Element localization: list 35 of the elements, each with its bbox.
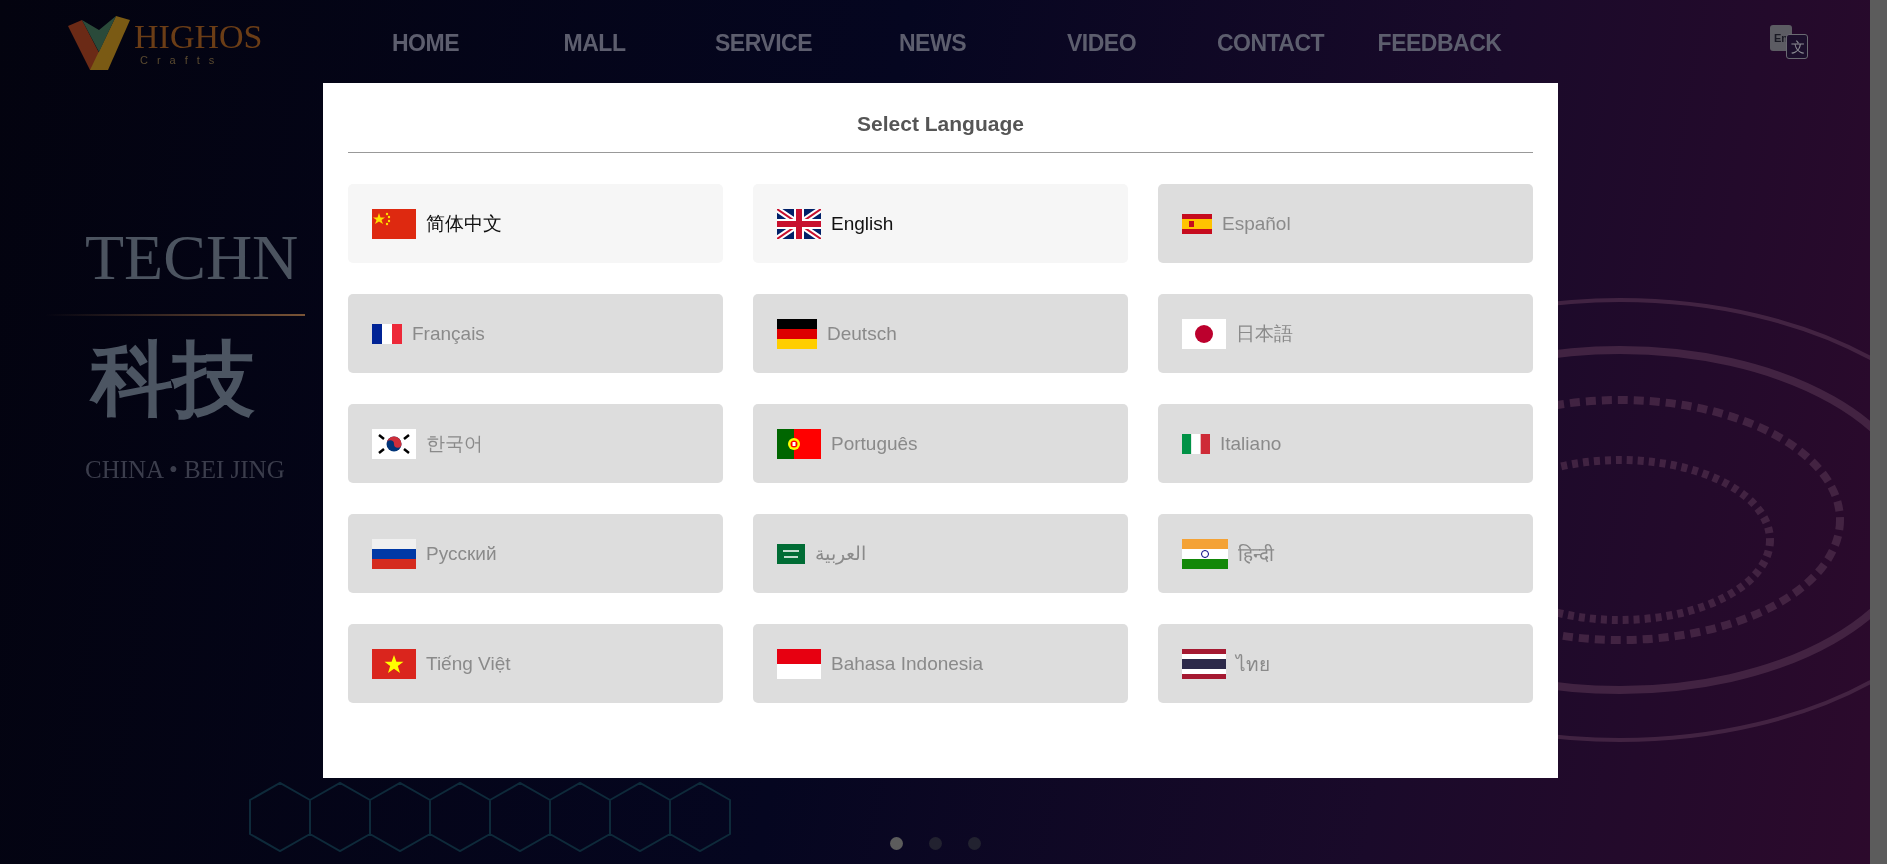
russia-flag-icon (372, 538, 416, 569)
hero-subtitle: CHINA • BEI JING (85, 456, 286, 484)
saudi-flag-icon (777, 543, 805, 564)
china-flag-icon (372, 208, 416, 239)
logo-text: HIGHOS (134, 20, 263, 54)
germany-flag-icon (777, 318, 817, 349)
language-option[interactable]: 简体中文 (348, 184, 723, 263)
hero-heading: 科技 (91, 338, 256, 420)
nav-link[interactable]: VIDEO (1017, 29, 1186, 57)
carousel-dot[interactable] (890, 837, 903, 850)
france-flag-icon (372, 323, 402, 344)
nav-link[interactable]: FEEDBACK (1355, 29, 1524, 57)
india-flag-icon (1182, 538, 1228, 569)
nav-link[interactable]: HOME (341, 29, 510, 57)
logo-icon (68, 16, 130, 70)
indonesia-flag-icon (777, 648, 821, 679)
nav-link[interactable]: MALL (510, 29, 679, 57)
carousel-dot[interactable] (929, 837, 942, 850)
italy-flag-icon (1182, 433, 1210, 454)
vietnam-flag-icon (372, 648, 416, 679)
nav-link[interactable]: NEWS (848, 29, 1017, 57)
portugal-flag-icon (777, 428, 821, 459)
hero-title: TECHN (85, 226, 300, 290)
scrollbar-track[interactable] (1870, 0, 1887, 864)
union-flag-icon (777, 208, 821, 239)
spain-flag-icon (1182, 213, 1212, 234)
logo-tagline: Crafts (139, 54, 225, 66)
carousel-dot[interactable] (968, 837, 981, 850)
korea-flag-icon (372, 428, 416, 459)
japan-flag-icon (1182, 318, 1226, 349)
dialog-title: Select Language (348, 83, 1533, 153)
nav-link[interactable]: CONTACT (1186, 29, 1355, 57)
nav-link[interactable]: SERVICE (679, 29, 848, 57)
thailand-flag-icon (1182, 648, 1226, 679)
language-option[interactable]: English (753, 184, 1128, 263)
